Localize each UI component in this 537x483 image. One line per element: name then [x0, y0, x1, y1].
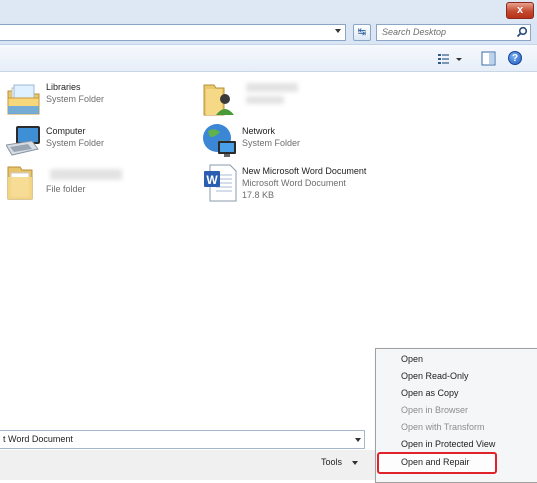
file-type-select[interactable]: t Word Document [0, 430, 365, 449]
change-view-icon[interactable] [437, 52, 463, 66]
user-folder-icon [203, 84, 234, 116]
list-item[interactable] [202, 79, 352, 119]
menu-item-open-with-transform: Open with Transform [401, 422, 485, 432]
list-item[interactable]: Computer System Folder [6, 123, 156, 163]
tools-button[interactable]: Tools [321, 457, 342, 467]
blurred-name [50, 169, 122, 180]
search-input[interactable]: Search Desktop [376, 24, 531, 41]
blurred-type [246, 96, 284, 104]
network-icon [203, 124, 236, 157]
search-icon[interactable] [516, 26, 528, 38]
chevron-down-icon[interactable] [335, 29, 341, 33]
close-button[interactable]: x [506, 2, 534, 19]
list-item[interactable]: W New Microsoft Word Document Microsoft … [202, 163, 392, 203]
preview-pane-icon[interactable] [481, 51, 496, 66]
menu-item-open-and-repair[interactable]: Open and Repair [401, 457, 470, 467]
folder-icon [7, 166, 33, 200]
libraries-icon [7, 84, 40, 115]
item-size: 17.8 KB [242, 190, 275, 200]
list-item[interactable]: Network System Folder [202, 123, 352, 163]
item-name: Computer [46, 126, 86, 136]
title-bar [0, 0, 537, 22]
svg-text:W: W [206, 173, 218, 187]
item-name: Libraries [46, 82, 81, 92]
computer-icon [6, 126, 40, 156]
menu-item-open-read-only[interactable]: Open Read-Only [401, 371, 469, 381]
help-button[interactable]: ? [508, 51, 522, 65]
menu-item-open-in-browser: Open in Browser [401, 405, 469, 415]
refresh-button[interactable]: ↹ [353, 24, 371, 41]
menu-item-open-as-copy[interactable]: Open as Copy [401, 388, 459, 398]
item-type: System Folder [46, 94, 105, 104]
item-name: New Microsoft Word Document [242, 166, 367, 176]
blurred-name [246, 83, 298, 92]
menu-item-open[interactable]: Open [401, 354, 423, 364]
item-type: System Folder [46, 138, 105, 148]
list-item[interactable]: File folder [6, 163, 156, 203]
chevron-down-icon[interactable] [352, 461, 358, 465]
item-name: Network [242, 126, 276, 136]
chevron-down-icon[interactable] [355, 438, 361, 442]
item-type: File folder [46, 184, 86, 194]
word-document-icon: W [204, 164, 237, 202]
item-type: System Folder [242, 138, 301, 148]
list-item[interactable]: Libraries System Folder [6, 79, 156, 119]
menu-item-open-in-protected-view[interactable]: Open in Protected View [401, 439, 495, 449]
item-type: Microsoft Word Document [242, 178, 346, 188]
address-field[interactable] [0, 24, 346, 41]
